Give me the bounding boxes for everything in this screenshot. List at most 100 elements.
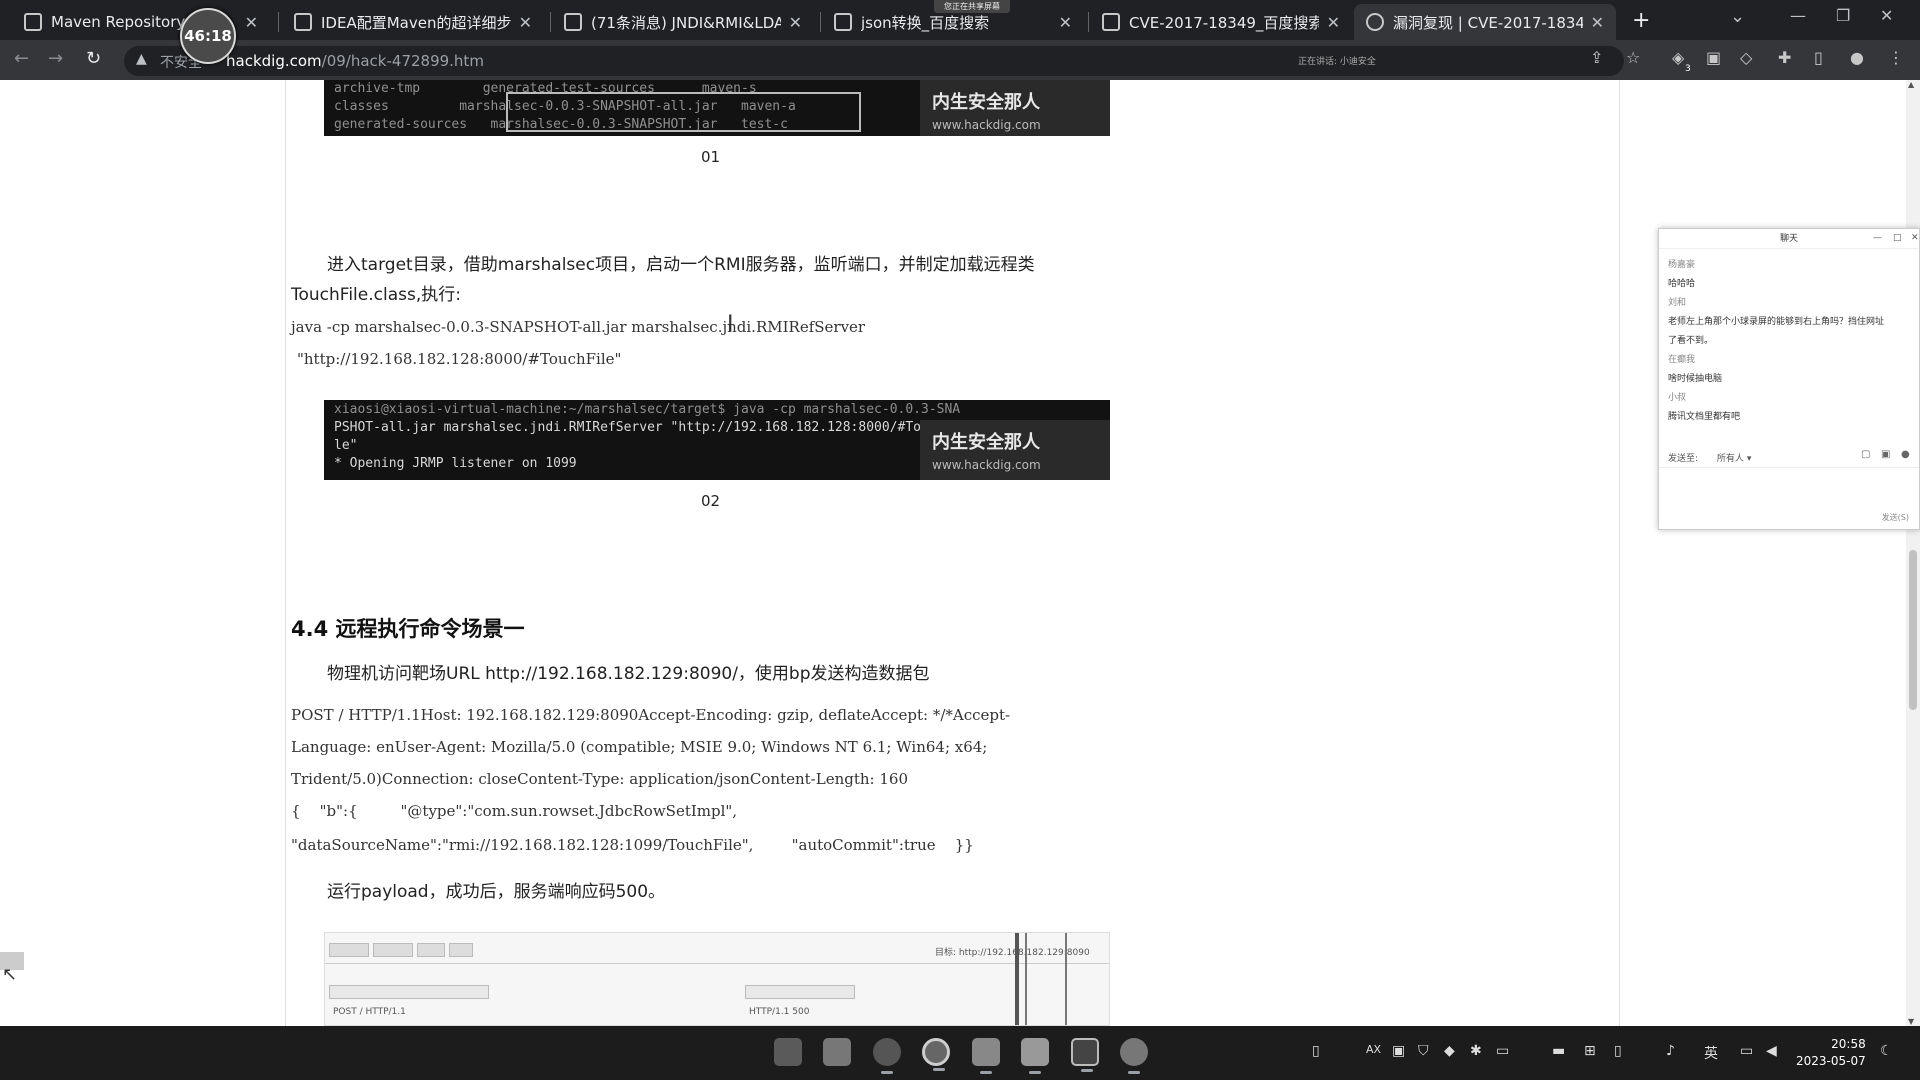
address-bar[interactable]: ▲ 不安全 hackdig.com/09/hack-472899.htm 正在讲…	[124, 46, 1624, 76]
mouse-pointer-icon: ↖	[2, 964, 18, 985]
burp-request-line: POST / HTTP/1.1	[333, 1007, 406, 1017]
restore-icon[interactable]: ❐	[1836, 6, 1850, 25]
tab-close-icon[interactable]: ✕	[1327, 13, 1340, 32]
chat-sender: 小叔	[1668, 393, 1687, 403]
tab-close-icon[interactable]: ✕	[245, 13, 258, 32]
terminal-line: * Opening JRMP listener on 1099	[334, 456, 577, 471]
chat-user-icon[interactable]: ●	[1901, 449, 1910, 460]
chat-send-button[interactable]: 发送(S)	[1882, 512, 1909, 523]
start-app-icon[interactable]	[774, 1038, 802, 1066]
battery-tray-icon[interactable]: ▯	[1614, 1043, 1622, 1059]
watermark-logo: 内生安全那人 www.hackdig.com	[920, 80, 1110, 136]
send-to-value: 所有人	[1716, 454, 1744, 464]
recording-timer-ball[interactable]: 46:18	[180, 8, 236, 64]
chat-message: 腾讯文档里都有吧	[1668, 412, 1741, 422]
chat-image-icon[interactable]: ▣	[1881, 449, 1890, 460]
share-icon[interactable]: ⇪	[1590, 48, 1603, 67]
chat-send-to[interactable]: 发送至: 所有人 ▾	[1668, 451, 1751, 464]
tab-strip: Maven Repository: c ✕ IDEA配置Maven的超详细步骤 …	[0, 0, 1920, 40]
clock-time: 20:58	[1831, 1037, 1866, 1051]
extension-b-icon[interactable]: ▣	[1706, 48, 1721, 67]
text-cursor-icon: I	[727, 312, 734, 337]
scroll-up-icon[interactable]: ▲	[1908, 80, 1914, 89]
url-path: /09/hack-472899.htm	[321, 52, 484, 70]
app-t-icon[interactable]	[972, 1038, 1000, 1074]
app-tray-icon[interactable]: ◆	[1444, 1043, 1455, 1059]
intellij-idea-icon[interactable]	[1071, 1038, 1099, 1072]
wireshark-app-icon[interactable]	[1120, 1038, 1148, 1074]
burp-response-line: HTTP/1.1 500	[749, 1007, 810, 1017]
windows-tray-icon[interactable]: ⊞	[1584, 1043, 1596, 1059]
baidu-favicon-icon	[1102, 13, 1120, 31]
url-text[interactable]: hackdig.com/09/hack-472899.htm	[226, 52, 484, 70]
photo-tray-icon[interactable]: ▣	[1392, 1043, 1405, 1059]
minimize-icon[interactable]: —	[1790, 6, 1806, 25]
volume-tray-icon[interactable]: ◀	[1766, 1043, 1777, 1059]
tab-close-icon[interactable]: ✕	[789, 13, 802, 32]
extension-a-icon[interactable]: ◈	[1672, 48, 1684, 67]
page-scrollbar[interactable]: ▲ ▼	[1906, 80, 1920, 1026]
new-tab-button[interactable]: +	[1632, 8, 1650, 33]
tab-search-chevron-icon[interactable]: ⌄	[1730, 6, 1745, 27]
location-favicon-icon	[1366, 13, 1384, 31]
terminal-line: le"	[334, 438, 358, 453]
chat-message: 老师左上角那个小球录屏的能够到右上角吗？挡住网址	[1668, 317, 1885, 327]
system-clock[interactable]: 20:58 2023-05-07	[1796, 1036, 1866, 1070]
network-tray-icon[interactable]: ▭	[1740, 1043, 1753, 1059]
code-http-request: Language: enUser-Agent: Mozilla/5.0 (com…	[291, 738, 988, 756]
warning-triangle-icon[interactable]: ▲	[136, 51, 147, 67]
scroll-down-icon[interactable]: ▼	[1908, 1017, 1914, 1026]
meeting-app-icon[interactable]	[1021, 1038, 1049, 1074]
display-tray-icon[interactable]: ▭	[1496, 1043, 1509, 1059]
tab-title: (71条消息) JNDI&RMI&LDAP	[591, 13, 781, 32]
burp-screenshot: 目标: http://192.168.182.129:8090 POST / H…	[324, 932, 1110, 1026]
menu-kebab-icon[interactable]: ⋮	[1888, 48, 1904, 67]
code-command-arg: "http://192.168.182.128:8000/#TouchFile"	[297, 350, 622, 368]
reload-icon[interactable]: ↻	[86, 48, 101, 69]
edge-browser-icon[interactable]	[873, 1038, 901, 1074]
profile-avatar-icon[interactable]: ●	[1850, 48, 1864, 67]
tab-jndi-rmi-ldap[interactable]: (71条消息) JNDI&RMI&LDAP ✕	[552, 4, 814, 40]
csdn-favicon-icon	[564, 13, 582, 31]
shield-tray-icon[interactable]: ⛉	[1418, 1043, 1429, 1059]
divider	[1659, 467, 1919, 468]
tab-close-icon[interactable]: ✕	[519, 13, 532, 32]
monitor-tray-icon[interactable]: ▬	[1552, 1043, 1565, 1059]
maven-favicon-icon	[24, 13, 42, 31]
tab-cve-search[interactable]: CVE-2017-18349_百度搜索 ✕	[1090, 4, 1352, 40]
tab-close-icon[interactable]: ✕	[1059, 13, 1072, 32]
tab-idea-maven[interactable]: IDEA配置Maven的超详细步骤 ✕	[282, 4, 544, 40]
chat-sender: 刘和	[1668, 298, 1687, 308]
bookmark-star-icon[interactable]: ☆	[1626, 48, 1640, 67]
file-explorer-icon[interactable]	[823, 1038, 851, 1066]
tab-separator	[278, 12, 279, 32]
back-arrow-icon[interactable]: ←	[14, 48, 29, 69]
watermark-text: 内生安全那人	[932, 92, 1040, 113]
moon-tray-icon[interactable]: ☾	[1880, 1043, 1893, 1059]
window-close-icon[interactable]: ✕	[1880, 6, 1893, 25]
extension-badge: 3	[1685, 64, 1691, 74]
forward-arrow-icon[interactable]: →	[48, 48, 63, 69]
extensions-puzzle-icon[interactable]: ✚	[1778, 48, 1791, 67]
bluetooth-tray-icon[interactable]: ✱	[1470, 1043, 1482, 1059]
tab-title: IDEA配置Maven的超详细步骤	[321, 13, 511, 32]
code-command: java -cp marshalsec-0.0.3-SNAPSHOT-all.j…	[291, 318, 866, 336]
baidu-favicon-icon	[834, 13, 852, 31]
tab-close-icon[interactable]: ✕	[1591, 13, 1604, 32]
chat-maximize-icon[interactable]: □	[1893, 233, 1902, 243]
microphone-tray-icon[interactable]: ♪	[1666, 1043, 1675, 1059]
ime-indicator[interactable]: 英	[1704, 1043, 1718, 1063]
side-panel-icon[interactable]: ▯	[1814, 48, 1823, 67]
clock-date: 2023-05-07	[1796, 1054, 1866, 1068]
chat-attach-icon[interactable]: ▢	[1861, 449, 1870, 460]
ax-tray-icon[interactable]: AX	[1366, 1043, 1381, 1056]
scrollbar-thumb[interactable]	[1909, 550, 1917, 710]
figure-caption: 01	[701, 148, 721, 166]
extension-c-icon[interactable]: ◇	[1740, 48, 1752, 67]
chat-minimize-icon[interactable]: —	[1873, 233, 1882, 243]
chat-close-icon[interactable]: ✕	[1911, 233, 1919, 243]
tab-cve-article[interactable]: 漏洞复现 | CVE-2017-18349 ✕	[1354, 4, 1616, 40]
notes-tray-icon[interactable]: ▯	[1312, 1043, 1320, 1059]
chrome-browser-icon[interactable]	[922, 1038, 950, 1071]
highlight-box	[506, 92, 861, 132]
